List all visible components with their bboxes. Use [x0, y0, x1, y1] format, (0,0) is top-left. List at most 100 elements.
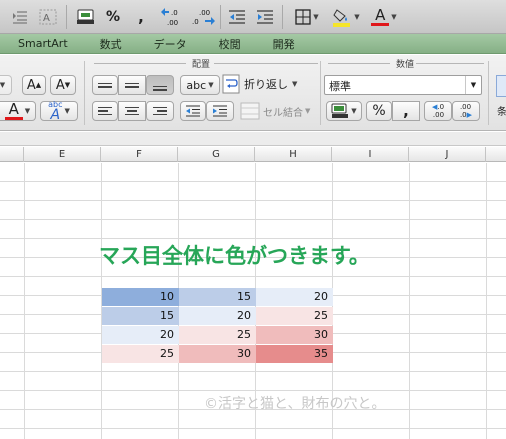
accounting-format-icon — [331, 103, 349, 118]
wrap-text-label: 折り返し — [244, 78, 288, 91]
data-cell[interactable]: 30 — [256, 326, 333, 344]
indent-ribbon-icon — [213, 105, 227, 117]
align-right-button[interactable] — [146, 101, 174, 121]
text-box-icon[interactable]: A — [36, 6, 60, 28]
align-bottom-button[interactable] — [146, 75, 174, 95]
data-cell[interactable]: 10 — [102, 288, 179, 306]
percent-button[interactable]: % — [366, 101, 392, 121]
dec-decimal-top-label: .00 — [459, 103, 472, 111]
conditional-format-icon[interactable] — [496, 75, 506, 97]
align-center-button[interactable] — [118, 101, 146, 121]
increase-indent-button[interactable] — [206, 101, 234, 121]
font-color-a-icon: A — [8, 100, 19, 118]
outdent-icon — [186, 105, 200, 117]
font-color-button[interactable]: A ▼ — [0, 101, 36, 121]
align-bottom-icon — [153, 85, 167, 91]
ribbon-panel: ▼ A ▲ A ▼ A ▼ abc A ▼ 配置 abc ▼ 折り返し ▼ セル… — [0, 55, 506, 131]
grow-font-letter: A — [26, 77, 36, 93]
data-cell[interactable]: 25 — [256, 307, 333, 325]
decrease-indent-button[interactable] — [180, 101, 206, 121]
inc-decimal-bottom-label: .00 — [432, 111, 445, 119]
align-middle-button[interactable] — [118, 75, 146, 95]
column-header-next[interactable] — [486, 147, 506, 162]
comma-button[interactable]: , — [392, 101, 420, 121]
svg-text:A: A — [43, 13, 50, 24]
conditional-format-label[interactable]: 条 — [497, 103, 506, 118]
decrease-decimal-icon[interactable]: .00.0 — [190, 6, 216, 28]
watermark-text: ©活字と猫と、財布の穴と。 — [204, 396, 386, 412]
shrink-font-button[interactable]: A ▼ — [50, 75, 76, 95]
svg-text:.00: .00 — [199, 9, 210, 17]
standard-toolbar: A % , .0.00 .00.0 ▼ ▼ A ▼ — [0, 0, 506, 34]
data-cell[interactable]: 25 — [102, 345, 179, 363]
column-header-h[interactable]: H — [255, 147, 332, 162]
data-cell[interactable]: 15 — [102, 307, 179, 325]
chevron-down-icon[interactable]: ▼ — [465, 76, 481, 94]
number-format-select[interactable]: 標準 ▼ — [324, 75, 482, 95]
column-header-j[interactable]: J — [409, 147, 486, 162]
decrease-indent-icon[interactable] — [226, 6, 248, 28]
alignment-group-title: 配置 — [192, 60, 211, 70]
data-cell[interactable]: 15 — [179, 288, 256, 306]
increase-decimal-ribbon-icon: ◀.0 .00 — [431, 103, 445, 119]
tab-review[interactable]: 校閲 — [219, 36, 241, 52]
phonetic-a-icon: A — [50, 107, 61, 123]
data-cell[interactable]: 30 — [179, 345, 256, 363]
align-top-icon — [98, 82, 112, 88]
tab-developer[interactable]: 開発 — [273, 36, 295, 52]
dec-decimal-bottom-label: .0 — [459, 111, 467, 119]
text-orientation-button[interactable]: abc ▼ — [180, 75, 220, 95]
data-cell[interactable]: 25 — [179, 326, 256, 344]
align-left-button[interactable] — [92, 101, 118, 121]
phonetic-guide-button[interactable]: abc A ▼ — [40, 100, 78, 123]
align-center-icon — [125, 106, 139, 116]
font-color-icon[interactable]: A ▼ — [366, 6, 402, 28]
increase-decimal-icon[interactable]: .0.00 — [160, 6, 186, 28]
number-group-title: 数値 — [396, 60, 415, 70]
comma-style-button[interactable]: , — [132, 6, 150, 28]
currency-format-icon[interactable] — [74, 6, 98, 28]
decrease-decimal-ribbon-icon: .00 .0▶ — [459, 103, 473, 119]
align-right-icon — [153, 106, 167, 116]
column-header-row: E F G H I J — [0, 147, 506, 162]
grow-font-button[interactable]: A ▲ — [22, 75, 46, 95]
row-header-corner[interactable] — [0, 147, 24, 162]
data-cell[interactable]: 20 — [179, 307, 256, 325]
ribbon-tab-bar: SmartArt 数式 データ 校閲 開発 — [0, 34, 506, 54]
fill-color-icon[interactable]: ▼ — [328, 6, 364, 28]
headline-text: マス目全体に色がつきます。 — [99, 244, 370, 268]
merge-cells-button[interactable]: セル結合 ▼ — [240, 102, 310, 120]
data-cell[interactable]: 35 — [256, 345, 333, 363]
increase-indent-icon[interactable] — [254, 6, 276, 28]
decrease-decimal-button[interactable]: .00 .0▶ — [452, 101, 480, 121]
align-top-button[interactable] — [92, 75, 118, 95]
number-format-value: 標準 — [329, 80, 351, 93]
svg-text:.0: .0 — [192, 18, 199, 26]
font-color-letter: A — [375, 6, 386, 24]
percent-style-button[interactable]: % — [102, 6, 124, 28]
formula-bar-strip — [0, 132, 506, 146]
orientation-abc-label: abc — [186, 78, 207, 92]
column-header-i[interactable]: I — [332, 147, 409, 162]
inc-decimal-top-label: .0 — [437, 103, 445, 111]
wrap-text-button[interactable]: 折り返し ▼ — [222, 74, 297, 94]
indent-icon[interactable] — [8, 6, 32, 28]
tab-smartart[interactable]: SmartArt — [18, 37, 68, 50]
borders-icon[interactable]: ▼ — [290, 6, 324, 28]
tab-data[interactable]: データ — [154, 36, 187, 52]
increase-decimal-button[interactable]: ◀.0 .00 — [424, 101, 452, 121]
column-header-e[interactable]: E — [24, 147, 101, 162]
svg-text:.0: .0 — [171, 9, 178, 17]
font-size-box[interactable]: ▼ — [0, 75, 12, 95]
column-header-g[interactable]: G — [178, 147, 255, 162]
data-cell[interactable]: 20 — [102, 326, 179, 344]
tab-formulas[interactable]: 数式 — [100, 36, 122, 52]
accounting-format-button[interactable]: ▼ — [326, 101, 362, 121]
down-arrow-icon: ▼ — [64, 81, 71, 89]
align-left-icon — [98, 106, 112, 116]
column-header-f[interactable]: F — [101, 147, 178, 162]
data-cell[interactable]: 20 — [256, 288, 333, 306]
svg-text:.00: .00 — [167, 19, 178, 27]
align-middle-icon — [125, 82, 139, 88]
merge-cells-icon — [240, 102, 260, 120]
